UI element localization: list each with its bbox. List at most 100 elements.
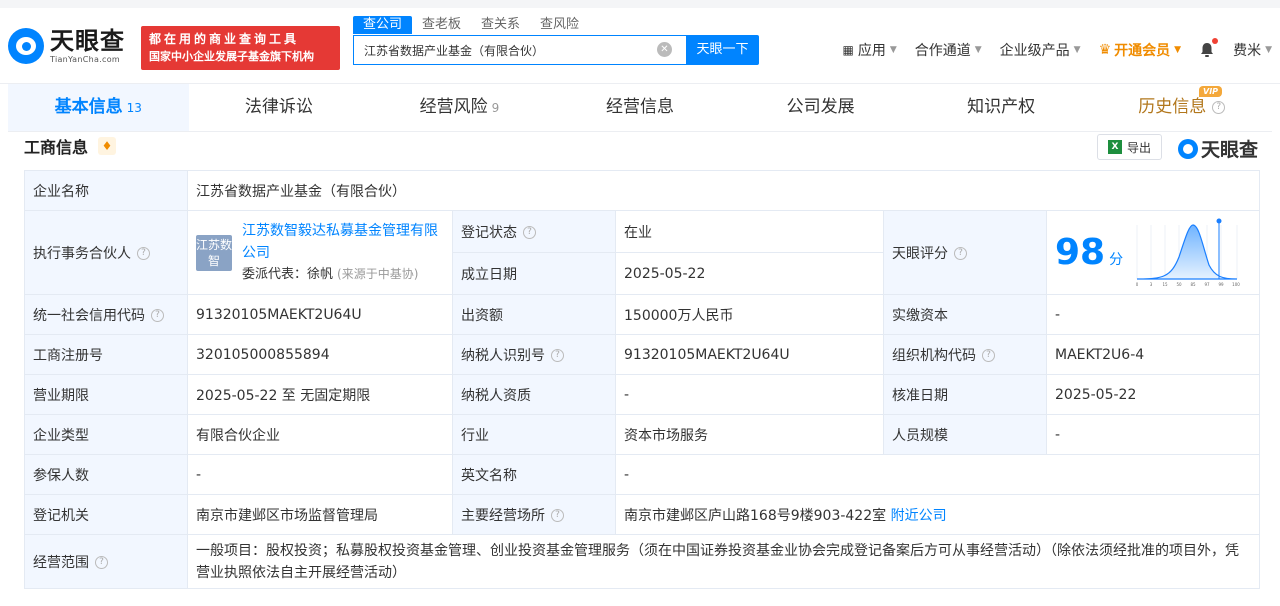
nav-user[interactable]: 费米 ▼ (1233, 40, 1272, 60)
help-icon[interactable]: ? (954, 247, 967, 260)
approve: 2025-05-22 (1045, 374, 1261, 415)
chevron-down-icon: ▼ (889, 45, 897, 55)
chevron-down-icon: ▼ (1073, 45, 1081, 55)
tab-label: 历史信息 (1138, 97, 1207, 117)
axis-tick: 100 (1232, 282, 1240, 287)
tab-legal[interactable]: 法律诉讼 (189, 84, 370, 131)
banner-line-2: 国家中小企业发展子基金旗下机构 (149, 50, 314, 63)
reg-no: 320105000855894 (187, 334, 453, 375)
clear-icon[interactable]: ✕ (657, 42, 672, 57)
paid-label: 实缴资本 (883, 294, 1047, 335)
promo-banner[interactable]: 都在用的商业查询工具 国家中小企业发展子基金旗下机构 (141, 26, 340, 70)
reg-status-label-cell: 登记状态? (452, 210, 616, 253)
table-row: 工商注册号 320105000855894 纳税人识别号? 91320105MA… (24, 334, 1261, 375)
logo-name: 天眼查 (50, 26, 125, 55)
nav-apps[interactable]: ▦ 应用 ▼ (842, 40, 896, 60)
axis-tick: 50 (1177, 282, 1183, 287)
org-code: MAEKT2U6-4 (1045, 334, 1261, 375)
chevron-down-icon: ▼ (974, 45, 982, 55)
watermark-text: 天眼查 (1201, 139, 1259, 161)
axis-tick: 3 (1150, 282, 1153, 287)
logo[interactable]: 天眼查 TianYanCha.com (8, 28, 125, 64)
search-tab-relation[interactable]: 查关系 (471, 16, 530, 34)
axis-tick: 97 (1205, 282, 1211, 287)
authority: 南京市建邺区市场监督管理局 (187, 494, 453, 535)
tab-label: 经营信息 (606, 97, 675, 117)
help-icon[interactable]: ? (151, 309, 164, 322)
reg-status-label: 登记状态 (461, 224, 517, 241)
help-icon[interactable]: ? (551, 509, 564, 522)
search-tab-company[interactable]: 查公司 (353, 16, 413, 34)
nav-vip[interactable]: ♛ 开通会员 ▼ (1099, 40, 1181, 60)
partner-link[interactable]: 江苏数智毅达私募基金管理有限公司 (242, 220, 444, 264)
type: 有限合伙企业 (187, 414, 453, 455)
section-header: 工商信息 ♦ (24, 134, 117, 158)
scope: 一般项目：股权投资；私募股权投资基金管理、创业投资基金管理服务（须在中国证券投资… (186, 534, 1261, 589)
table-row: 执行事务合伙人? 江苏数智 江苏数智毅达私募基金管理有限公司 委派代表：徐帆 (来… (24, 210, 1261, 295)
company-name: 江苏省数据产业基金（有限合伙） (186, 170, 1261, 211)
scope-label-cell: 经营范围? (24, 534, 188, 589)
paid: - (1045, 294, 1261, 335)
nav-partner[interactable]: 合作通道 ▼ (915, 40, 982, 60)
tab-risk[interactable]: 经营风险 9 (369, 84, 550, 131)
tab-development[interactable]: 公司发展 (730, 84, 911, 131)
watermark-logo: 天眼查 (1178, 135, 1258, 162)
capital: 150000万人民币 (615, 294, 884, 335)
table-row: 经营范围? 一般项目：股权投资；私募股权投资基金管理、创业投资基金管理服务（须在… (24, 534, 1261, 589)
help-icon[interactable]: ? (523, 226, 536, 239)
tab-ip[interactable]: 知识产权 (911, 84, 1092, 131)
bell-icon (1199, 38, 1219, 58)
nav-vip-label: 开通会员 (1114, 43, 1171, 59)
partner-cell: 江苏数智 江苏数智毅达私募基金管理有限公司 委派代表：徐帆 (来源于中基协) (187, 210, 453, 295)
nav-enterprise[interactable]: 企业级产品 ▼ (1000, 40, 1081, 60)
tab-basic-info[interactable]: 基本信息 13 (8, 84, 189, 131)
detail-tabs: 基本信息 13 法律诉讼 经营风险 9 经营信息 公司发展 知识产权 历史信息? VI… (8, 84, 1272, 132)
tax-qual: - (615, 374, 884, 415)
section-title: 工商信息 (24, 138, 89, 157)
score-cell[interactable]: 98 分 0 3 15 50 85 97 99 100 (1045, 210, 1261, 295)
help-icon[interactable]: ? (95, 556, 108, 569)
nearby-companies-link[interactable]: 附近公司 (891, 508, 947, 524)
axis-tick: 0 (1136, 282, 1139, 287)
search-button[interactable]: 天眼一下 (686, 35, 759, 65)
search-tab-boss[interactable]: 查老板 (412, 16, 471, 34)
delegate-source: (来源于中基协) (337, 267, 419, 281)
nav-notifications[interactable] (1199, 38, 1219, 58)
tab-operation[interactable]: 经营信息 (550, 84, 731, 131)
partner-label: 执行事务合伙人 (33, 245, 131, 262)
term-label: 营业期限 (24, 374, 188, 415)
term: 2025-05-22 至 无固定期限 (187, 374, 453, 415)
alert-bell-icon[interactable]: ♦ (98, 137, 117, 155)
nav-apps-label: 应用 (857, 43, 886, 59)
industry-label: 行业 (452, 414, 616, 455)
tab-count: 13 (126, 101, 142, 115)
axis-tick: 15 (1163, 282, 1169, 287)
delegate-name[interactable]: 徐帆 (307, 267, 333, 282)
banner-line-1: 都在用的商业查询工具 (149, 32, 300, 46)
insured-label: 参保人数 (24, 454, 188, 495)
tab-label: 知识产权 (967, 97, 1036, 117)
search-tab-risk[interactable]: 查风险 (530, 16, 589, 34)
help-icon[interactable]: ? (551, 349, 564, 362)
capital-label: 出资额 (452, 294, 616, 335)
credit-code-label-cell: 统一社会信用代码? (24, 294, 188, 335)
chevron-down-icon: ▼ (1174, 45, 1182, 55)
nav-partner-label: 合作通道 (914, 43, 971, 59)
search-input[interactable]: 江苏省数据产业基金（有限合伙） (353, 35, 686, 65)
tax-id: 91320105MAEKT2U64U (615, 334, 884, 375)
address: 南京市建邺区庐山路168号9楼903-422室 (624, 507, 887, 524)
tab-label: 法律诉讼 (244, 97, 313, 117)
tab-history[interactable]: 历史信息? VIP (1091, 84, 1272, 131)
type-label: 企业类型 (24, 414, 188, 455)
table-row: 登记机关 南京市建邺区市场监督管理局 主要经营场所? 南京市建邺区庐山路168号… (24, 494, 1261, 535)
export-button[interactable]: X 导出 (1097, 134, 1162, 160)
staff-label: 人员规模 (883, 414, 1047, 455)
help-icon[interactable]: ? (137, 247, 150, 260)
table-row: 营业期限 2025-05-22 至 无固定期限 纳税人资质 - 核准日期 202… (24, 374, 1261, 415)
help-icon[interactable]: ? (982, 349, 995, 362)
grid-icon: ▦ (842, 43, 854, 57)
table-row: 参保人数 - 英文名称 - (24, 454, 1261, 495)
tab-label: 基本信息 (54, 97, 123, 117)
business-info-table: 企业名称 江苏省数据产业基金（有限合伙） 执行事务合伙人? 江苏数智 江苏数智毅… (24, 170, 1261, 589)
table-row: 统一社会信用代码? 91320105MAEKT2U64U 出资额 150000万… (24, 294, 1261, 335)
